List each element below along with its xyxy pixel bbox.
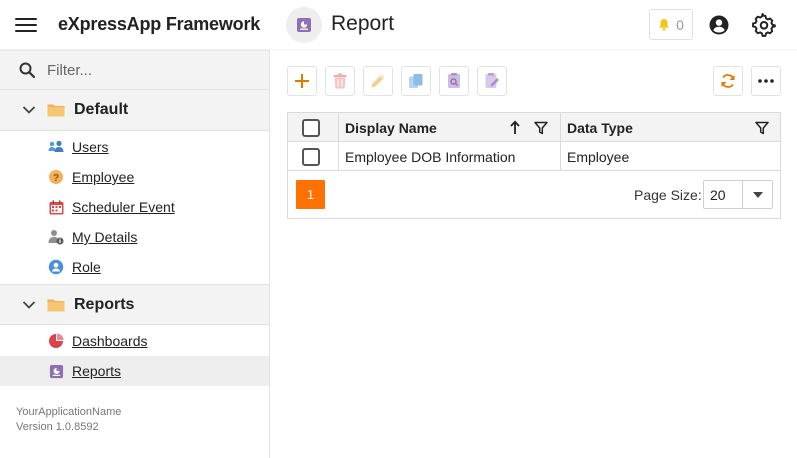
view-title: Report	[331, 12, 395, 35]
chevron-down-icon	[22, 106, 36, 114]
pencil-icon	[371, 74, 385, 88]
svg-text:?: ?	[53, 173, 59, 184]
app-version: Version 1.0.8592	[16, 421, 99, 433]
copy-icon	[409, 74, 423, 88]
page-size-label: Page Size:	[634, 187, 702, 203]
preview-report-icon	[448, 73, 460, 88]
app-name: YourApplicationName	[16, 406, 122, 418]
app-title: eXpressApp Framework	[58, 14, 261, 34]
report-icon	[48, 363, 64, 379]
more-actions-button[interactable]	[751, 66, 781, 96]
role-icon	[48, 259, 64, 275]
sidebar-filter	[0, 50, 269, 90]
nav-group-label: Default	[74, 101, 129, 118]
delete-button[interactable]	[325, 66, 355, 96]
nav-group-reports[interactable]: Reports	[0, 284, 269, 325]
notifications-button[interactable]: 0	[649, 9, 693, 40]
gear-icon[interactable]	[752, 13, 776, 37]
grid-header: Display Name Data Type	[288, 113, 780, 142]
column-header-data-type[interactable]: Data Type	[567, 113, 747, 142]
pager: 1 Page Size: 20	[288, 171, 780, 218]
new-button[interactable]	[287, 66, 317, 96]
employee-icon: ?	[48, 169, 64, 185]
sidebar-item-reports[interactable]: Reports	[0, 356, 269, 386]
report-grid: Display Name Data Type Employee DOB Info…	[287, 112, 781, 219]
row-select-cell	[302, 142, 324, 171]
clone-button[interactable]	[401, 66, 431, 96]
column-header-label: Data Type	[567, 119, 633, 136]
page-size-value: 20	[710, 187, 726, 203]
calendar-icon	[48, 199, 64, 215]
users-icon	[48, 139, 64, 155]
plus-icon	[295, 74, 309, 88]
design-report-icon	[485, 73, 499, 88]
cell-display-name[interactable]: Employee DOB Information	[345, 142, 555, 171]
notification-count: 0	[676, 16, 684, 33]
filter-input[interactable]	[47, 61, 247, 79]
sort-ascending-icon[interactable]	[510, 120, 520, 135]
sidebar-item-users[interactable]: Users	[0, 132, 269, 162]
page-size-select[interactable]: 20	[703, 180, 773, 209]
my-details-icon	[48, 229, 64, 245]
sidebar-item-label: Dashboards	[72, 333, 148, 349]
dashboard-icon	[48, 333, 64, 349]
filter-icon[interactable]	[755, 121, 769, 135]
nav-group-default[interactable]: Default	[0, 90, 269, 131]
filter-icon[interactable]	[534, 121, 548, 135]
edit-button[interactable]	[363, 66, 393, 96]
view-icon	[286, 7, 322, 43]
page-button-current[interactable]: 1	[296, 180, 325, 209]
column-header-label: Display Name	[345, 119, 437, 136]
chevron-down-icon	[22, 300, 36, 309]
sidebar-item-role[interactable]: Role	[0, 252, 269, 282]
account-icon[interactable]	[709, 15, 729, 35]
sidebar-item-label: Reports	[72, 363, 122, 379]
nav-group-label: Reports	[74, 295, 135, 313]
dropdown-button[interactable]	[742, 181, 772, 208]
report-icon	[297, 18, 311, 32]
column-header-display-name[interactable]: Display Name	[345, 113, 555, 142]
select-all-cell	[302, 113, 324, 142]
refresh-button[interactable]	[713, 66, 743, 96]
app-info: YourApplicationName Version 1.0.8592	[16, 405, 121, 435]
trash-icon	[333, 73, 347, 89]
preview-button[interactable]	[439, 66, 469, 96]
search-icon	[19, 62, 35, 78]
caret-down-icon	[752, 191, 763, 198]
row-checkbox[interactable]	[302, 147, 320, 166]
design-button[interactable]	[477, 66, 507, 96]
ellipsis-icon	[758, 79, 774, 83]
folder-icon	[47, 299, 65, 311]
sidebar: Default Users ? Employee	[0, 50, 270, 458]
cell-data-type[interactable]: Employee	[567, 142, 767, 171]
refresh-icon	[721, 74, 735, 88]
top-header: eXpressApp Framework Report 0	[0, 0, 797, 50]
menu-toggle-icon[interactable]	[15, 15, 37, 35]
sidebar-item-label: Role	[72, 259, 101, 275]
sidebar-item-label: Users	[72, 139, 109, 155]
bell-icon	[659, 19, 670, 31]
folder-icon	[47, 104, 65, 117]
sidebar-item-my-details[interactable]: My Details	[0, 222, 269, 252]
sidebar-item-label: Scheduler Event	[72, 199, 175, 215]
sidebar-item-scheduler-event[interactable]: Scheduler Event	[0, 192, 269, 222]
select-all-checkbox[interactable]	[302, 118, 320, 137]
sidebar-item-label: My Details	[72, 229, 138, 245]
sidebar-item-dashboards[interactable]: Dashboards	[0, 326, 269, 356]
table-row[interactable]: Employee DOB Information Employee	[288, 142, 780, 171]
sidebar-item-label: Employee	[72, 169, 135, 185]
sidebar-item-employee[interactable]: ? Employee	[0, 162, 269, 192]
